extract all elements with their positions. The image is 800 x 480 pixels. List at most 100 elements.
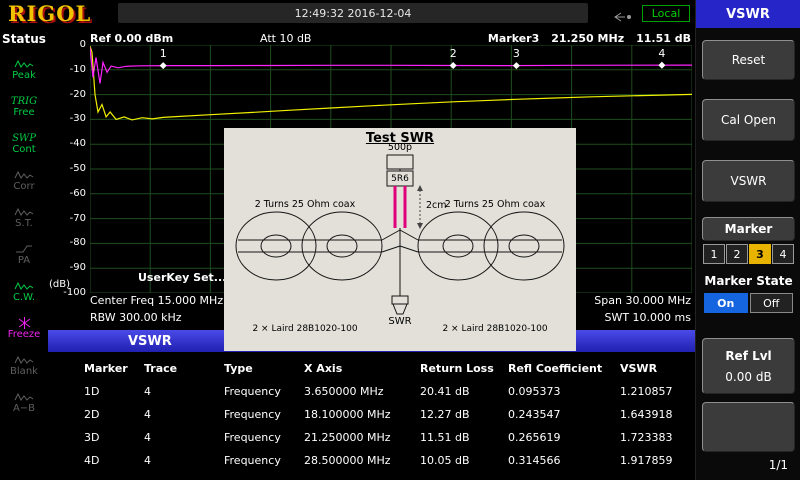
- menu-title: VSWR: [696, 0, 800, 28]
- table-cell: 21.250000 MHz: [304, 431, 420, 444]
- ref-lvl-value: 0.00 dB: [725, 370, 771, 384]
- userkey-text: UserKey Set...: [138, 271, 226, 284]
- marker-option-2[interactable]: 2: [726, 244, 748, 264]
- swt-label: SWT 10.000 ms: [604, 311, 691, 324]
- ref-lvl-label: Ref Lvl: [725, 349, 771, 363]
- table-cell: 0.265619: [508, 431, 620, 444]
- y-tick-label: -50: [48, 163, 86, 174]
- table-cell: 4: [144, 431, 224, 444]
- marker-state-label: Marker State: [696, 274, 800, 288]
- plot-marker-3: 3: [513, 47, 520, 60]
- peak-waveform-icon: [14, 58, 34, 70]
- col-x-axis: X Axis: [304, 362, 420, 375]
- col-return-loss: Return Loss: [420, 362, 508, 375]
- status-item-list: PeakTRIGFreeSWPCont Corr S.T. PA C.W. Freeze B…: [0, 51, 48, 421]
- table-cell: 4: [144, 385, 224, 398]
- plot-marker-2: 2: [450, 47, 457, 60]
- marker-table: MarkerTraceTypeX AxisReturn LossRefl Coe…: [48, 352, 695, 480]
- status-label: Freeze: [8, 329, 41, 340]
- test-swr-diagram: Test SWR 500p 5R6 2cm 2 Turns 25 Ohm coa…: [224, 128, 576, 351]
- table-cell: 0.243547: [508, 408, 620, 421]
- table-cell: 20.41 dB: [420, 385, 508, 398]
- status-title: Status: [0, 32, 48, 46]
- table-row-3D: 3D4Frequency21.250000 MHz11.51 dB0.26561…: [48, 426, 695, 449]
- marker-readout: Marker3 21.250 MHz 11.51 dB: [488, 32, 691, 45]
- y-tick-label: -90: [48, 262, 86, 273]
- marker-option-1[interactable]: 1: [703, 244, 725, 264]
- left-core-label: 2 × Laird 28B1020-100: [230, 324, 380, 334]
- marker-button[interactable]: Marker: [702, 217, 795, 241]
- marker-state-off[interactable]: Off: [750, 293, 794, 313]
- status-pa: PA: [0, 236, 48, 273]
- table-header-row: MarkerTraceTypeX AxisReturn LossRefl Coe…: [48, 357, 695, 380]
- right-core-label: 2 × Laird 28B1020-100: [420, 324, 570, 334]
- status-label: PA: [18, 255, 30, 266]
- table-cell: 2D: [84, 408, 144, 421]
- status-freeze: Freeze: [0, 310, 48, 347]
- status-blank: Blank: [0, 347, 48, 384]
- reset-button[interactable]: Reset: [702, 40, 795, 80]
- empty-softkey-button[interactable]: [702, 402, 795, 452]
- table-cell: 1.917859: [620, 454, 695, 467]
- plot-marker-4: 4: [658, 47, 665, 60]
- freeze-icon: [18, 317, 31, 329]
- status-ab: A−B: [0, 384, 48, 421]
- y-axis-unit: (dB): [49, 279, 70, 290]
- local-badge: Local: [642, 5, 690, 22]
- table-cell: Frequency: [224, 454, 304, 467]
- y-tick-label: -10: [48, 64, 86, 75]
- marker-option-row: 1234: [702, 244, 795, 264]
- col-type: Type: [224, 362, 304, 375]
- table-cell: 3.650000 MHz: [304, 385, 420, 398]
- status-cw: C.W.: [0, 273, 48, 310]
- status-label: Corr: [13, 181, 34, 192]
- table-cell: 28.500000 MHz: [304, 454, 420, 467]
- vswr-button[interactable]: VSWR: [702, 160, 795, 202]
- waveform-icon: [14, 206, 34, 218]
- marker-option-4[interactable]: 4: [772, 244, 794, 264]
- status-label: TRIG: [11, 96, 37, 107]
- table-cell: 12.27 dB: [420, 408, 508, 421]
- table-cell: Frequency: [224, 431, 304, 444]
- marker-state-option-row: OnOff: [704, 293, 793, 313]
- swr-port-label: SWR: [360, 316, 440, 327]
- table-row-2D: 2D4Frequency18.100000 MHz12.27 dB0.24354…: [48, 403, 695, 426]
- top-bar: RIGOL 12:49:32 2016-12-04 Local: [0, 0, 695, 28]
- table-cell: 4: [144, 454, 224, 467]
- marker-option-3[interactable]: 3: [749, 244, 771, 264]
- softkey-menu-panel: VSWR Reset Cal Open VSWR Marker 1234 Mar…: [695, 0, 800, 480]
- y-tick-label: 0: [48, 39, 86, 50]
- status-label: Blank: [10, 366, 38, 377]
- status-corr: Corr: [0, 162, 48, 199]
- span-label: Span 30.000 MHz: [594, 294, 691, 307]
- table-cell: 4D: [84, 454, 144, 467]
- instrument-screen: RIGOL 12:49:32 2016-12-04 Local Status P…: [0, 0, 800, 480]
- status-trig: TRIGFree: [0, 88, 48, 125]
- trace-math-icon: [14, 391, 34, 403]
- marker-state-on[interactable]: On: [704, 293, 748, 313]
- table-cell: 0.095373: [508, 385, 620, 398]
- col-vswr: VSWR: [620, 362, 695, 375]
- status-st: S.T.: [0, 199, 48, 236]
- blank-waveform-icon: [14, 354, 34, 366]
- table-cell: 4: [144, 408, 224, 421]
- capacitor-value-label: 500p: [360, 142, 440, 153]
- table-cell: 1.210857: [620, 385, 695, 398]
- status-label: S.T.: [15, 218, 33, 229]
- status-peak: Peak: [0, 51, 48, 88]
- col-trace: Trace: [144, 362, 224, 375]
- col-refl-coefficient: Refl Coefficient: [508, 362, 620, 375]
- vswr-section-title: VSWR: [128, 334, 172, 349]
- rbw-label: RBW 300.00 kHz: [90, 311, 182, 324]
- cal-open-button[interactable]: Cal Open: [702, 99, 795, 141]
- table-cell: Frequency: [224, 385, 304, 398]
- attenuation-label: Att 10 dB: [260, 32, 311, 45]
- table-cell: 0.314566: [508, 454, 620, 467]
- status-swp: SWPCont: [0, 125, 48, 162]
- ref-lvl-button[interactable]: Ref Lvl 0.00 dB: [702, 338, 795, 394]
- status-label: SWP: [12, 133, 36, 144]
- table-cell: 1.723383: [620, 431, 695, 444]
- table-row-1D: 1D4Frequency3.650000 MHz20.41 dB0.095373…: [48, 380, 695, 403]
- correction-icon: [14, 169, 34, 181]
- status-label: C.W.: [13, 292, 35, 303]
